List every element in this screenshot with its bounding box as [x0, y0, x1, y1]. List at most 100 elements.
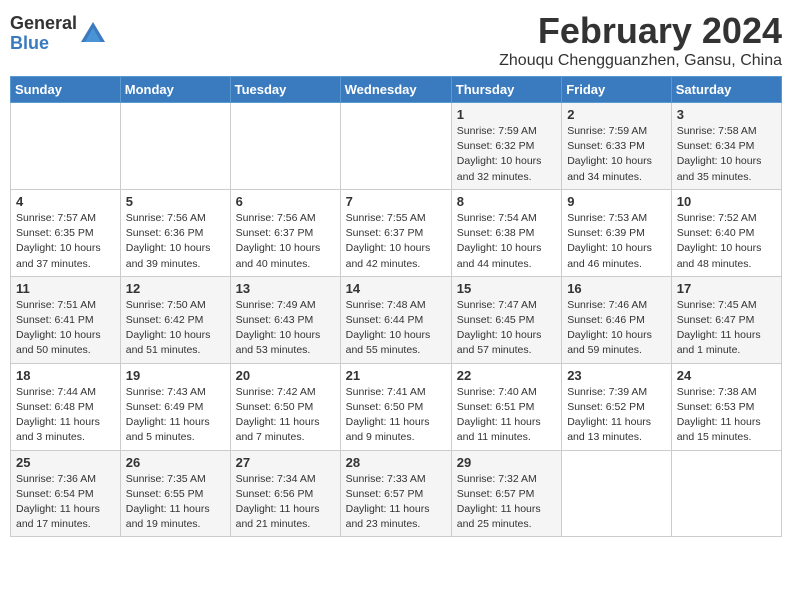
day-number: 5	[126, 194, 225, 209]
day-number: 25	[16, 455, 115, 470]
calendar-cell	[120, 103, 230, 190]
calendar-cell: 13 Sunrise: 7:49 AM Sunset: 6:43 PM Dayli…	[230, 276, 340, 363]
calendar-cell: 14Sunrise: 7:48 AM Sunset: 6:44 PM Dayli…	[340, 276, 451, 363]
calendar-cell: 5 Sunrise: 7:56 AM Sunset: 6:36 PM Daylig…	[120, 189, 230, 276]
calendar-cell	[11, 103, 121, 190]
day-number: 15	[457, 281, 556, 296]
day-info: Sunrise: 7:48 AM Sunset: 6:44 PM Dayligh…	[346, 298, 446, 359]
title-section: February 2024 Zhouqu Chengguanzhen, Gans…	[499, 10, 782, 70]
calendar-cell: 28 Sunrise: 7:33 AM Sunset: 6:57 PM Dayli…	[340, 450, 451, 537]
day-number: 16	[567, 281, 666, 296]
location-title: Zhouqu Chengguanzhen, Gansu, China	[499, 52, 782, 70]
weekday-header-friday: Friday	[562, 77, 672, 103]
calendar-cell	[562, 450, 672, 537]
weekday-header-wednesday: Wednesday	[340, 77, 451, 103]
calendar-cell: 9 Sunrise: 7:53 AM Sunset: 6:39 PM Daylig…	[562, 189, 672, 276]
day-number: 21	[346, 368, 446, 383]
day-number: 3	[677, 107, 776, 122]
day-info: Sunrise: 7:58 AM Sunset: 6:34 PM Dayligh…	[677, 124, 776, 185]
day-info: Sunrise: 7:49 AM Sunset: 6:43 PM Dayligh…	[236, 298, 335, 359]
day-info: Sunrise: 7:44 AM Sunset: 6:48 PM Dayligh…	[16, 385, 115, 446]
day-info: Sunrise: 7:40 AM Sunset: 6:51 PM Dayligh…	[457, 385, 556, 446]
day-number: 19	[126, 368, 225, 383]
day-number: 2	[567, 107, 666, 122]
calendar-cell: 20 Sunrise: 7:42 AM Sunset: 6:50 PM Dayli…	[230, 363, 340, 450]
day-info: Sunrise: 7:35 AM Sunset: 6:55 PM Dayligh…	[126, 472, 225, 533]
calendar-cell: 6Sunrise: 7:56 AM Sunset: 6:37 PM Daylig…	[230, 189, 340, 276]
weekday-header-monday: Monday	[120, 77, 230, 103]
calendar-cell: 17 Sunrise: 7:45 AM Sunset: 6:47 PM Dayli…	[671, 276, 781, 363]
day-info: Sunrise: 7:54 AM Sunset: 6:38 PM Dayligh…	[457, 211, 556, 272]
day-info: Sunrise: 7:59 AM Sunset: 6:33 PM Dayligh…	[567, 124, 666, 185]
calendar-cell: 24 Sunrise: 7:38 AM Sunset: 6:53 PM Dayli…	[671, 363, 781, 450]
calendar-cell	[230, 103, 340, 190]
day-number: 28	[346, 455, 446, 470]
calendar-week-5: 25 Sunrise: 7:36 AM Sunset: 6:54 PM Dayli…	[11, 450, 782, 537]
calendar-cell: 3 Sunrise: 7:58 AM Sunset: 6:34 PM Daylig…	[671, 103, 781, 190]
logo-blue-text: Blue	[10, 34, 77, 54]
calendar-cell: 10 Sunrise: 7:52 AM Sunset: 6:40 PM Dayli…	[671, 189, 781, 276]
calendar-cell: 7Sunrise: 7:55 AM Sunset: 6:37 PM Daylig…	[340, 189, 451, 276]
day-info: Sunrise: 7:53 AM Sunset: 6:39 PM Dayligh…	[567, 211, 666, 272]
day-number: 6	[236, 194, 335, 209]
day-info: Sunrise: 7:51 AM Sunset: 6:41 PM Dayligh…	[16, 298, 115, 359]
day-number: 29	[457, 455, 556, 470]
day-info: Sunrise: 7:50 AM Sunset: 6:42 PM Dayligh…	[126, 298, 225, 359]
day-info: Sunrise: 7:52 AM Sunset: 6:40 PM Dayligh…	[677, 211, 776, 272]
day-info: Sunrise: 7:56 AM Sunset: 6:36 PM Dayligh…	[126, 211, 225, 272]
weekday-header-sunday: Sunday	[11, 77, 121, 103]
day-number: 9	[567, 194, 666, 209]
calendar-cell: 8 Sunrise: 7:54 AM Sunset: 6:38 PM Daylig…	[451, 189, 561, 276]
calendar-week-2: 4Sunrise: 7:57 AM Sunset: 6:35 PM Daylig…	[11, 189, 782, 276]
calendar-cell: 25 Sunrise: 7:36 AM Sunset: 6:54 PM Dayli…	[11, 450, 121, 537]
day-info: Sunrise: 7:38 AM Sunset: 6:53 PM Dayligh…	[677, 385, 776, 446]
calendar-cell: 4Sunrise: 7:57 AM Sunset: 6:35 PM Daylig…	[11, 189, 121, 276]
weekday-header-thursday: Thursday	[451, 77, 561, 103]
calendar-cell: 12 Sunrise: 7:50 AM Sunset: 6:42 PM Dayli…	[120, 276, 230, 363]
calendar-cell: 19 Sunrise: 7:43 AM Sunset: 6:49 PM Dayli…	[120, 363, 230, 450]
logo-general-text: General	[10, 14, 77, 34]
day-number: 4	[16, 194, 115, 209]
day-info: Sunrise: 7:59 AM Sunset: 6:32 PM Dayligh…	[457, 124, 556, 185]
day-number: 13	[236, 281, 335, 296]
day-info: Sunrise: 7:41 AM Sunset: 6:50 PM Dayligh…	[346, 385, 446, 446]
calendar-cell: 18 Sunrise: 7:44 AM Sunset: 6:48 PM Dayli…	[11, 363, 121, 450]
day-number: 24	[677, 368, 776, 383]
calendar-table: SundayMondayTuesdayWednesdayThursdayFrid…	[10, 76, 782, 537]
day-info: Sunrise: 7:36 AM Sunset: 6:54 PM Dayligh…	[16, 472, 115, 533]
day-number: 18	[16, 368, 115, 383]
day-info: Sunrise: 7:34 AM Sunset: 6:56 PM Dayligh…	[236, 472, 335, 533]
day-number: 22	[457, 368, 556, 383]
day-number: 11	[16, 281, 115, 296]
day-number: 10	[677, 194, 776, 209]
day-number: 26	[126, 455, 225, 470]
logo-icon	[79, 20, 107, 48]
calendar-week-1: 1Sunrise: 7:59 AM Sunset: 6:32 PM Daylig…	[11, 103, 782, 190]
weekday-header-tuesday: Tuesday	[230, 77, 340, 103]
calendar-cell: 1Sunrise: 7:59 AM Sunset: 6:32 PM Daylig…	[451, 103, 561, 190]
day-number: 17	[677, 281, 776, 296]
day-info: Sunrise: 7:46 AM Sunset: 6:46 PM Dayligh…	[567, 298, 666, 359]
day-number: 8	[457, 194, 556, 209]
calendar-cell: 22 Sunrise: 7:40 AM Sunset: 6:51 PM Dayli…	[451, 363, 561, 450]
day-number: 27	[236, 455, 335, 470]
day-info: Sunrise: 7:39 AM Sunset: 6:52 PM Dayligh…	[567, 385, 666, 446]
calendar-cell: 29Sunrise: 7:32 AM Sunset: 6:57 PM Dayli…	[451, 450, 561, 537]
day-info: Sunrise: 7:42 AM Sunset: 6:50 PM Dayligh…	[236, 385, 335, 446]
day-number: 23	[567, 368, 666, 383]
calendar-week-3: 11 Sunrise: 7:51 AM Sunset: 6:41 PM Dayli…	[11, 276, 782, 363]
day-info: Sunrise: 7:43 AM Sunset: 6:49 PM Dayligh…	[126, 385, 225, 446]
calendar-cell: 26 Sunrise: 7:35 AM Sunset: 6:55 PM Dayli…	[120, 450, 230, 537]
day-number: 20	[236, 368, 335, 383]
calendar-cell	[340, 103, 451, 190]
day-info: Sunrise: 7:45 AM Sunset: 6:47 PM Dayligh…	[677, 298, 776, 359]
calendar-cell: 2 Sunrise: 7:59 AM Sunset: 6:33 PM Daylig…	[562, 103, 672, 190]
day-info: Sunrise: 7:33 AM Sunset: 6:57 PM Dayligh…	[346, 472, 446, 533]
calendar-cell	[671, 450, 781, 537]
day-number: 12	[126, 281, 225, 296]
day-info: Sunrise: 7:47 AM Sunset: 6:45 PM Dayligh…	[457, 298, 556, 359]
day-info: Sunrise: 7:55 AM Sunset: 6:37 PM Dayligh…	[346, 211, 446, 272]
month-title: February 2024	[499, 10, 782, 52]
calendar-cell: 11 Sunrise: 7:51 AM Sunset: 6:41 PM Dayli…	[11, 276, 121, 363]
logo: General Blue	[10, 14, 107, 54]
